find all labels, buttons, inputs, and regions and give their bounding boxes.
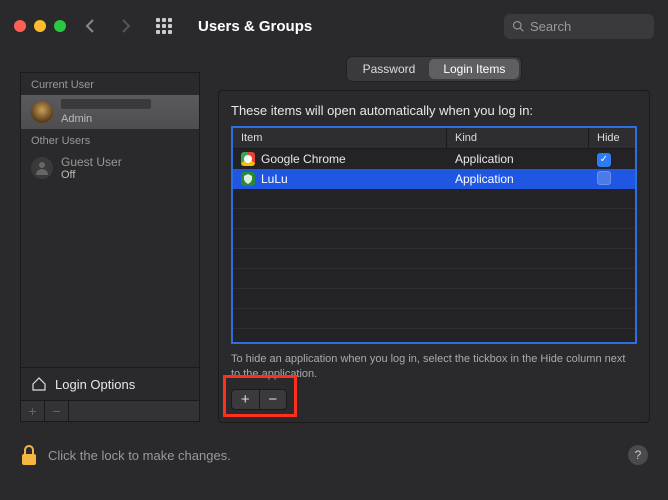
table-header: Item Kind Hide bbox=[233, 128, 635, 149]
sidebar-item-guest-user[interactable]: Guest User Off bbox=[21, 151, 199, 185]
col-hide[interactable]: Hide bbox=[589, 128, 635, 148]
lock-text: Click the lock to make changes. bbox=[48, 448, 231, 463]
col-kind[interactable]: Kind bbox=[447, 128, 589, 148]
table-row[interactable]: Google Chrome Application bbox=[233, 149, 635, 169]
remove-user-button: − bbox=[45, 401, 69, 421]
chrome-icon bbox=[241, 152, 255, 166]
item-kind: Application bbox=[447, 152, 589, 166]
hide-hint: To hide an application when you log in, … bbox=[231, 352, 637, 383]
tab-login-items[interactable]: Login Items bbox=[429, 59, 519, 79]
current-user-role: Admin bbox=[61, 113, 151, 125]
search-field[interactable]: Search bbox=[504, 14, 654, 39]
avatar-icon bbox=[31, 101, 53, 123]
login-options-label: Login Options bbox=[55, 377, 135, 392]
section-current-user: Current User bbox=[21, 73, 199, 95]
help-button[interactable]: ? bbox=[628, 445, 648, 465]
back-button[interactable] bbox=[78, 14, 102, 38]
section-other-users: Other Users bbox=[21, 129, 199, 151]
tab-password[interactable]: Password bbox=[349, 59, 430, 79]
table-row[interactable]: LuLu Application bbox=[233, 169, 635, 189]
login-items-table: Item Kind Hide Google Chrome Application bbox=[231, 126, 637, 344]
minimize-window-dot[interactable] bbox=[34, 20, 46, 32]
lock-icon[interactable] bbox=[20, 444, 38, 466]
login-items-panel: These items will open automatically when… bbox=[218, 90, 650, 423]
item-name: LuLu bbox=[261, 172, 288, 186]
guest-avatar-icon bbox=[31, 157, 53, 179]
remove-login-item-button[interactable]: − bbox=[260, 390, 287, 409]
tabs: Password Login Items bbox=[346, 56, 523, 82]
zoom-window-dot[interactable] bbox=[54, 20, 66, 32]
window-title: Users & Groups bbox=[198, 18, 312, 35]
users-sidebar: Current User . Admin Other Users Guest U… bbox=[20, 72, 200, 422]
add-user-button: + bbox=[21, 401, 45, 421]
item-name: Google Chrome bbox=[261, 152, 346, 166]
hide-checkbox[interactable] bbox=[597, 153, 611, 167]
current-user-name-redacted: . bbox=[61, 99, 151, 109]
forward-button[interactable] bbox=[114, 14, 138, 38]
search-icon bbox=[512, 20, 524, 32]
search-placeholder: Search bbox=[530, 19, 571, 34]
sidebar-item-current-user[interactable]: . Admin bbox=[21, 95, 199, 129]
sidebar-login-options[interactable]: Login Options bbox=[21, 367, 199, 400]
show-all-prefs-icon[interactable] bbox=[156, 18, 172, 34]
close-window-dot[interactable] bbox=[14, 20, 26, 32]
add-login-item-button[interactable]: + bbox=[232, 390, 260, 409]
guest-user-status: Off bbox=[61, 169, 122, 181]
guest-user-name: Guest User bbox=[61, 155, 122, 169]
item-kind: Application bbox=[447, 172, 589, 186]
panel-intro: These items will open automatically when… bbox=[231, 103, 637, 118]
col-item[interactable]: Item bbox=[233, 128, 447, 148]
lulu-icon bbox=[241, 172, 255, 186]
hide-checkbox[interactable] bbox=[597, 171, 611, 185]
house-icon bbox=[31, 376, 47, 392]
